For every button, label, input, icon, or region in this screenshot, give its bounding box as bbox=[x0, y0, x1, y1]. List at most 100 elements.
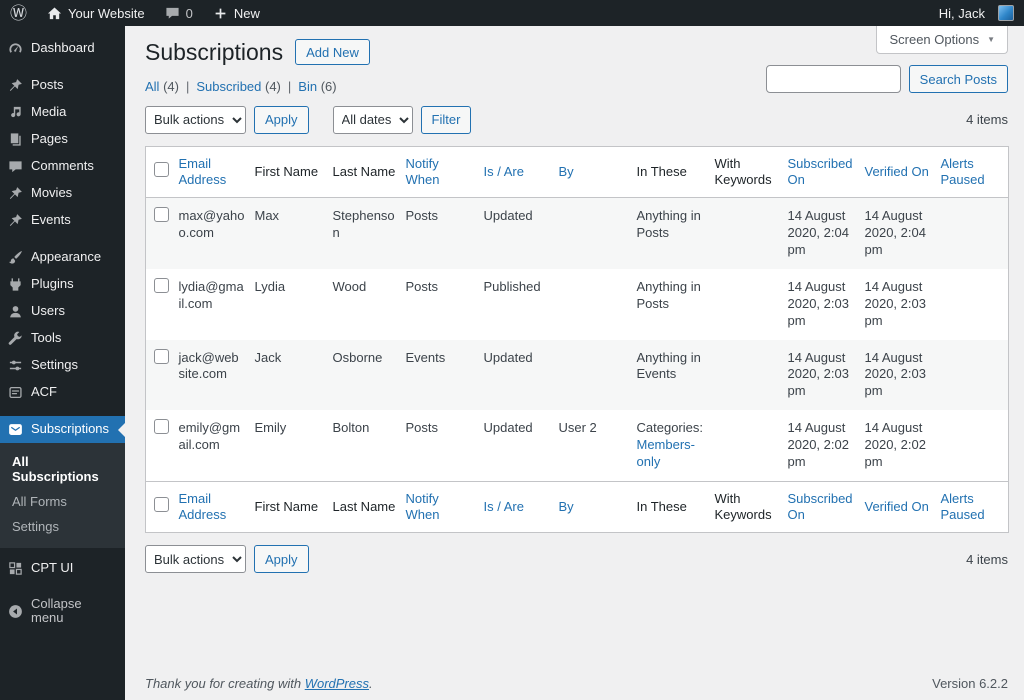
sidebar-item-appearance[interactable]: Appearance bbox=[0, 244, 125, 271]
column-header-by[interactable]: By bbox=[557, 481, 635, 533]
cell-in-these: Anything in Posts bbox=[636, 278, 701, 311]
comments-count: 0 bbox=[185, 5, 193, 21]
checkbox-cell bbox=[146, 481, 177, 533]
sidebar-item-settings[interactable]: Settings bbox=[0, 352, 125, 379]
cell-is-are: Updated bbox=[483, 208, 533, 224]
search-input[interactable] bbox=[765, 65, 901, 93]
cell-is-are: Published bbox=[483, 278, 541, 294]
add-new-button[interactable]: Add New bbox=[295, 39, 370, 66]
column-header-subscribed-on[interactable]: Subscribed On bbox=[786, 146, 863, 198]
category-link[interactable]: Members-only bbox=[637, 437, 696, 469]
select-all-checkbox[interactable] bbox=[154, 497, 169, 513]
column-header-with-keywords: With Keywords bbox=[714, 490, 772, 523]
sidebar-item-acf[interactable]: ACF bbox=[0, 379, 125, 406]
sidebar-item-subscriptions[interactable]: Subscriptions bbox=[0, 416, 125, 443]
wordpress-logo-menu[interactable]: Ⓦ bbox=[0, 0, 37, 26]
sidebar-item-media[interactable]: Media bbox=[0, 99, 125, 126]
wordpress-link[interactable]: WordPress bbox=[305, 676, 369, 691]
filter-button[interactable]: Filter bbox=[420, 105, 472, 134]
select-all-checkbox[interactable] bbox=[154, 162, 169, 178]
admin-footer: Thank you for creating with WordPress. V… bbox=[145, 676, 1008, 691]
column-header-subscribed-on[interactable]: Subscribed On bbox=[786, 481, 863, 533]
column-header-by[interactable]: By bbox=[557, 146, 635, 198]
users-icon bbox=[10, 306, 21, 318]
cell-subscribed-on: 14 August 2020, 2:03 pm bbox=[787, 278, 849, 328]
submenu-item-all-forms[interactable]: All Forms bbox=[0, 489, 125, 514]
view-count: (4) bbox=[159, 78, 179, 94]
subscriptions-submenu: All Subscriptions All Forms Settings bbox=[0, 443, 125, 548]
column-header-alerts-paused[interactable]: Alerts Paused bbox=[939, 481, 1009, 533]
cell-notify-when: Events bbox=[405, 349, 446, 365]
cell-email: max@yahoo.com bbox=[178, 208, 245, 241]
acf-icon bbox=[9, 386, 22, 399]
cell-alerts-paused bbox=[939, 410, 1009, 481]
sidebar-item-cpt-ui[interactable]: CPT UI bbox=[0, 555, 125, 582]
cell-verified-on: 14 August 2020, 2:04 pm bbox=[864, 208, 926, 258]
sidebar-item-users[interactable]: Users bbox=[0, 298, 125, 325]
column-header-is-are[interactable]: Is / Are bbox=[482, 481, 557, 533]
items-count-bottom: 4 items bbox=[966, 551, 1008, 567]
sidebar-item-movies[interactable]: Movies bbox=[0, 180, 125, 207]
column-header-email[interactable]: Email Address bbox=[177, 481, 253, 533]
checkbox-cell bbox=[146, 198, 177, 269]
sidebar-item-posts[interactable]: Posts bbox=[0, 72, 125, 99]
bulk-actions-select[interactable]: Bulk actions bbox=[145, 105, 246, 134]
checkbox-cell bbox=[146, 340, 177, 411]
greeting-label: Hi, Jack bbox=[938, 5, 985, 21]
cell-notify-when: Posts bbox=[405, 420, 439, 436]
submenu-item-settings[interactable]: Settings bbox=[0, 514, 125, 539]
row-checkbox[interactable] bbox=[154, 348, 169, 364]
comment-bubble-icon bbox=[165, 6, 180, 21]
plugins-icon bbox=[10, 278, 21, 291]
table-row: emily@gmail.com Emily Bolton Posts Updated Us… bbox=[146, 410, 1009, 481]
apply-button[interactable]: Apply bbox=[254, 105, 309, 134]
my-account-menu[interactable]: Hi, Jack bbox=[929, 0, 1024, 26]
column-header-notify-when[interactable]: Notify When bbox=[404, 481, 482, 533]
cell-last-name: Wood bbox=[332, 278, 367, 294]
view-link-subscribed[interactable]: Subscribed bbox=[196, 79, 261, 94]
cell-in-these: Categories: Members-only bbox=[636, 420, 703, 470]
cell-in-these: Anything in Posts bbox=[636, 208, 701, 241]
row-checkbox[interactable] bbox=[154, 207, 169, 223]
view-link-all[interactable]: All bbox=[145, 79, 159, 94]
home-icon bbox=[47, 6, 62, 21]
column-header-is-are[interactable]: Is / Are bbox=[482, 146, 557, 198]
pages-icon bbox=[10, 133, 21, 146]
sidebar-item-tools[interactable]: Tools bbox=[0, 325, 125, 352]
column-header-with-keywords: With Keywords bbox=[714, 155, 772, 187]
column-header-alerts-paused[interactable]: Alerts Paused bbox=[939, 146, 1009, 198]
dates-filter-select[interactable]: All dates bbox=[332, 105, 413, 134]
cell-by bbox=[557, 269, 635, 340]
sidebar-item-events[interactable]: Events bbox=[0, 207, 125, 234]
search-posts-button[interactable]: Search Posts bbox=[908, 65, 1008, 93]
column-header-verified-on[interactable]: Verified On bbox=[863, 146, 939, 198]
cptui-icon bbox=[9, 562, 22, 575]
column-header-email[interactable]: Email Address bbox=[177, 146, 253, 198]
site-name-menu[interactable]: Your Website bbox=[37, 0, 155, 26]
cell-with-keywords bbox=[713, 340, 786, 411]
column-header-verified-on[interactable]: Verified On bbox=[863, 481, 939, 533]
cell-by: User 2 bbox=[558, 420, 597, 436]
column-header-notify-when[interactable]: Notify When bbox=[404, 146, 482, 198]
bulk-actions-select-bottom[interactable]: Bulk actions bbox=[145, 545, 246, 574]
sidebar-item-plugins[interactable]: Plugins bbox=[0, 271, 125, 298]
row-checkbox[interactable] bbox=[154, 419, 169, 435]
cell-subscribed-on: 14 August 2020, 2:04 pm bbox=[787, 208, 849, 258]
column-header-last-name: Last Name bbox=[332, 163, 396, 179]
sidebar-item-pages[interactable]: Pages bbox=[0, 126, 125, 153]
sidebar-item-label: ACF bbox=[31, 384, 57, 400]
sidebar-item-label: CPT UI bbox=[31, 560, 74, 576]
apply-button-bottom[interactable]: Apply bbox=[254, 545, 309, 574]
row-checkbox[interactable] bbox=[154, 277, 169, 293]
collapse-menu-button[interactable]: Collapse menu bbox=[0, 591, 125, 632]
comments-menu[interactable]: 0 bbox=[155, 0, 203, 26]
cell-last-name: Stephenson bbox=[332, 208, 395, 241]
sidebar-item-comments[interactable]: Comments bbox=[0, 153, 125, 180]
cell-verified-on: 14 August 2020, 2:03 pm bbox=[864, 278, 926, 328]
sidebar-item-label: Tools bbox=[31, 330, 62, 346]
new-content-menu[interactable]: New bbox=[203, 0, 270, 26]
cell-by bbox=[557, 340, 635, 411]
sidebar-item-dashboard[interactable]: Dashboard bbox=[0, 35, 125, 62]
view-link-bin[interactable]: Bin bbox=[298, 79, 317, 94]
submenu-item-all-subscriptions[interactable]: All Subscriptions bbox=[0, 449, 125, 489]
